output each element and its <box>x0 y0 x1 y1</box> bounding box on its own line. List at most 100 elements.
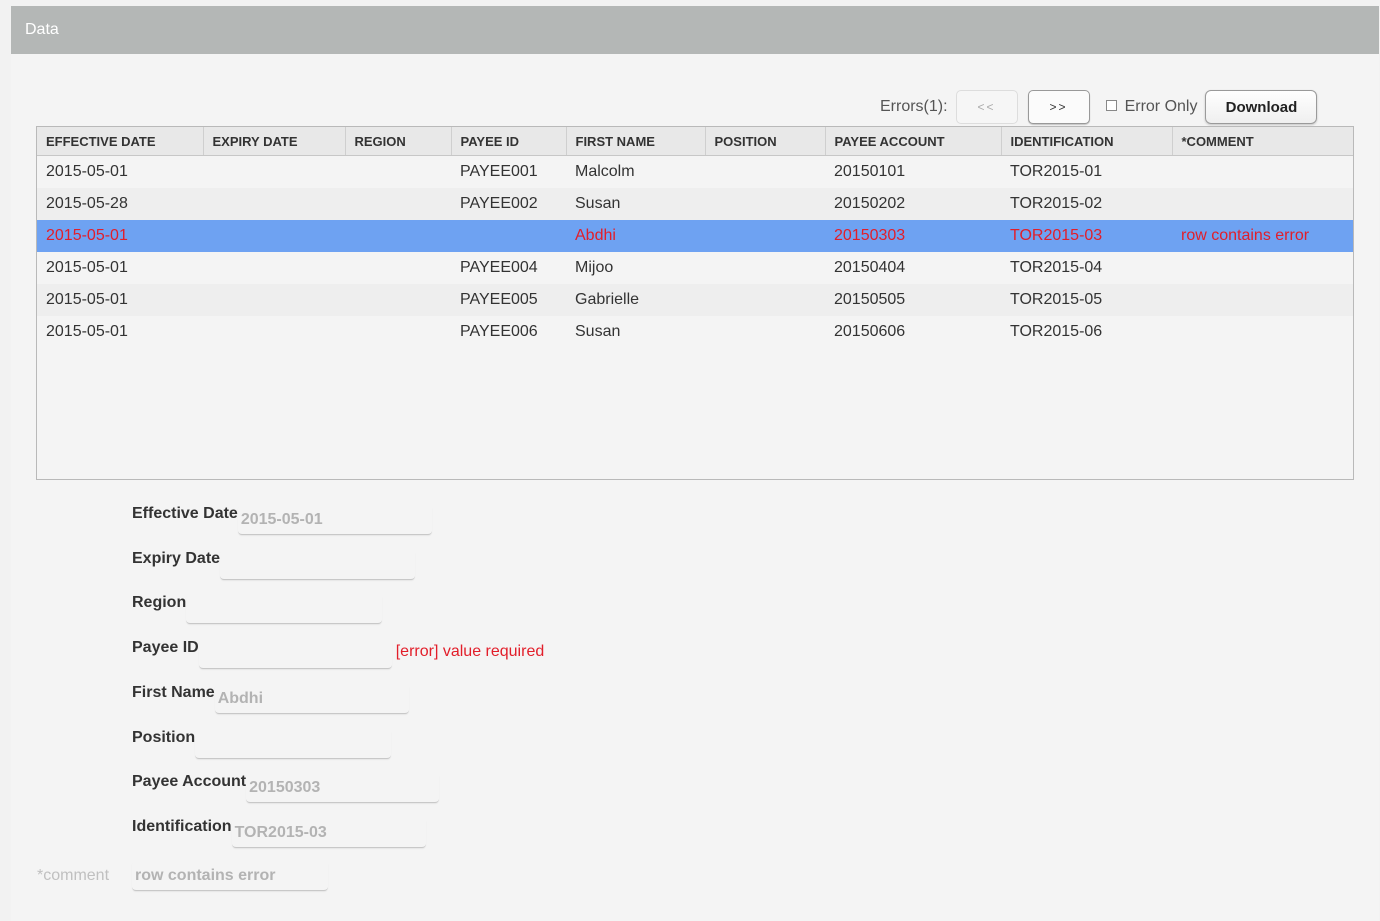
cell-comment: row contains error <box>1172 220 1353 252</box>
cell-region <box>345 155 451 188</box>
cell-effective-date: 2015-05-01 <box>37 155 203 188</box>
cell-identification: TOR2015-04 <box>1001 252 1172 284</box>
expiry-date-label: Expiry Date <box>132 550 221 567</box>
cell-expiry-date <box>203 316 345 348</box>
cell-region <box>345 252 451 284</box>
panel-title: Data <box>25 21 59 38</box>
form-row-first-name: First Name Abdhi <box>132 684 409 714</box>
cell-payee-id: PAYEE002 <box>451 188 566 220</box>
cell-payee-account: 20150202 <box>825 188 1001 220</box>
cell-comment <box>1172 188 1353 220</box>
cell-payee-account: 20150606 <box>825 316 1001 348</box>
column-header-effective-date[interactable]: EFFECTIVE DATE <box>37 127 204 156</box>
column-header-position[interactable]: POSITION <box>705 127 826 156</box>
cell-position <box>705 316 825 348</box>
column-header-comment[interactable]: *COMMENT <box>1172 127 1353 156</box>
cell-payee-id <box>451 220 566 252</box>
cell-region <box>345 284 451 316</box>
payee-account-label: Payee Account <box>132 773 247 790</box>
cell-identification: TOR2015-05 <box>1001 284 1172 316</box>
table-row[interactable]: 2015-05-01 PAYEE004 Mijoo 20150404 TOR20… <box>37 252 1353 284</box>
cell-region <box>345 316 451 348</box>
cell-payee-id: PAYEE001 <box>451 155 566 188</box>
form-row-position: Position <box>132 729 392 759</box>
region-field[interactable] <box>186 594 383 624</box>
cell-comment <box>1172 155 1353 188</box>
cell-identification: TOR2015-06 <box>1001 316 1172 348</box>
payee-account-field[interactable]: 20150303 <box>246 773 440 803</box>
form-row-effective-date: Effective Date 2015-05-01 <box>132 505 432 535</box>
form-row-payee-id: Payee ID [error] value required <box>132 639 544 669</box>
identification-field[interactable]: TOR2015-03 <box>231 818 426 848</box>
cell-first-name: Susan <box>566 188 705 220</box>
cell-region <box>345 188 451 220</box>
cell-comment <box>1172 284 1353 316</box>
identification-label: Identification <box>132 818 232 835</box>
table-row-selected-error[interactable]: 2015-05-01 Abdhi 20150303 TOR2015-03 row… <box>37 220 1353 252</box>
column-header-identification[interactable]: IDENTIFICATION <box>1001 127 1173 156</box>
effective-date-field[interactable]: 2015-05-01 <box>237 505 432 535</box>
prev-error-button[interactable]: << <box>955 90 1018 124</box>
expiry-date-field[interactable] <box>220 550 416 580</box>
error-only-toggle[interactable]: Error Only <box>1105 98 1198 116</box>
form-row-payee-account: Payee Account 20150303 <box>132 773 440 803</box>
cell-comment <box>1172 316 1353 348</box>
cell-position <box>705 188 825 220</box>
data-grid: EFFECTIVE DATE EXPIRY DATE REGION PAYEE … <box>36 126 1354 480</box>
cell-region <box>345 220 451 252</box>
cell-first-name: Abdhi <box>566 220 705 252</box>
table-row[interactable]: 2015-05-01 PAYEE001 Malcolm 20150101 TOR… <box>37 155 1353 188</box>
column-header-region[interactable]: REGION <box>345 127 452 156</box>
column-header-first-name[interactable]: FIRST NAME <box>566 127 706 156</box>
error-only-label: Error Only <box>1124 98 1198 115</box>
cell-effective-date: 2015-05-28 <box>37 188 203 220</box>
cell-first-name: Malcolm <box>566 155 705 188</box>
cell-expiry-date <box>203 155 345 188</box>
effective-date-label: Effective Date <box>132 505 238 522</box>
first-name-field[interactable]: Abdhi <box>214 684 409 714</box>
cell-payee-id: PAYEE004 <box>451 252 566 284</box>
column-header-expiry-date[interactable]: EXPIRY DATE <box>203 127 346 156</box>
cell-payee-account: 20150303 <box>825 220 1001 252</box>
cell-identification: TOR2015-01 <box>1001 155 1172 188</box>
cell-payee-account: 20150404 <box>825 252 1001 284</box>
table-row[interactable]: 2015-05-28 PAYEE002 Susan 20150202 TOR20… <box>37 188 1353 220</box>
form-row-region: Region <box>132 594 383 624</box>
grid-header-row: EFFECTIVE DATE EXPIRY DATE REGION PAYEE … <box>37 127 1353 156</box>
cell-effective-date: 2015-05-01 <box>37 252 203 284</box>
cell-expiry-date <box>203 252 345 284</box>
cell-position <box>705 155 825 188</box>
cell-identification: TOR2015-02 <box>1001 188 1172 220</box>
cell-payee-account: 20150101 <box>825 155 1001 188</box>
column-header-payee-id[interactable]: PAYEE ID <box>451 127 567 156</box>
download-button[interactable]: Download <box>1205 90 1318 124</box>
region-label: Region <box>132 594 187 611</box>
cell-expiry-date <box>203 188 345 220</box>
cell-effective-date: 2015-05-01 <box>37 220 203 252</box>
payee-id-field[interactable] <box>198 639 392 669</box>
cell-comment <box>1172 252 1353 284</box>
column-header-payee-account[interactable]: PAYEE ACCOUNT <box>825 127 1002 156</box>
first-name-label: First Name <box>132 684 215 701</box>
position-label: Position <box>132 729 196 746</box>
form-row-expiry-date: Expiry Date <box>132 550 416 580</box>
panel-header: Data <box>11 6 1379 54</box>
cell-identification: TOR2015-03 <box>1001 220 1172 252</box>
cell-first-name: Gabrielle <box>566 284 705 316</box>
cell-payee-account: 20150505 <box>825 284 1001 316</box>
errors-count-label: Errors(1): <box>880 98 948 115</box>
cell-position <box>705 284 825 316</box>
cell-position <box>705 252 825 284</box>
table-row[interactable]: 2015-05-01 PAYEE006 Susan 20150606 TOR20… <box>37 316 1353 348</box>
cell-expiry-date <box>203 284 345 316</box>
cell-effective-date: 2015-05-01 <box>37 316 203 348</box>
cell-payee-id: PAYEE006 <box>451 316 566 348</box>
payee-id-label: Payee ID <box>132 639 199 656</box>
position-field[interactable] <box>195 729 392 759</box>
next-error-button[interactable]: >> <box>1027 90 1090 124</box>
form-row-identification: Identification TOR2015-03 <box>132 818 426 848</box>
grid-toolbar: Errors(1): << >> Error Only Download <box>880 88 1318 126</box>
error-only-checkbox[interactable] <box>1105 99 1117 111</box>
comment-field[interactable]: row contains error <box>132 861 328 891</box>
table-row[interactable]: 2015-05-01 PAYEE005 Gabrielle 20150505 T… <box>37 284 1353 316</box>
